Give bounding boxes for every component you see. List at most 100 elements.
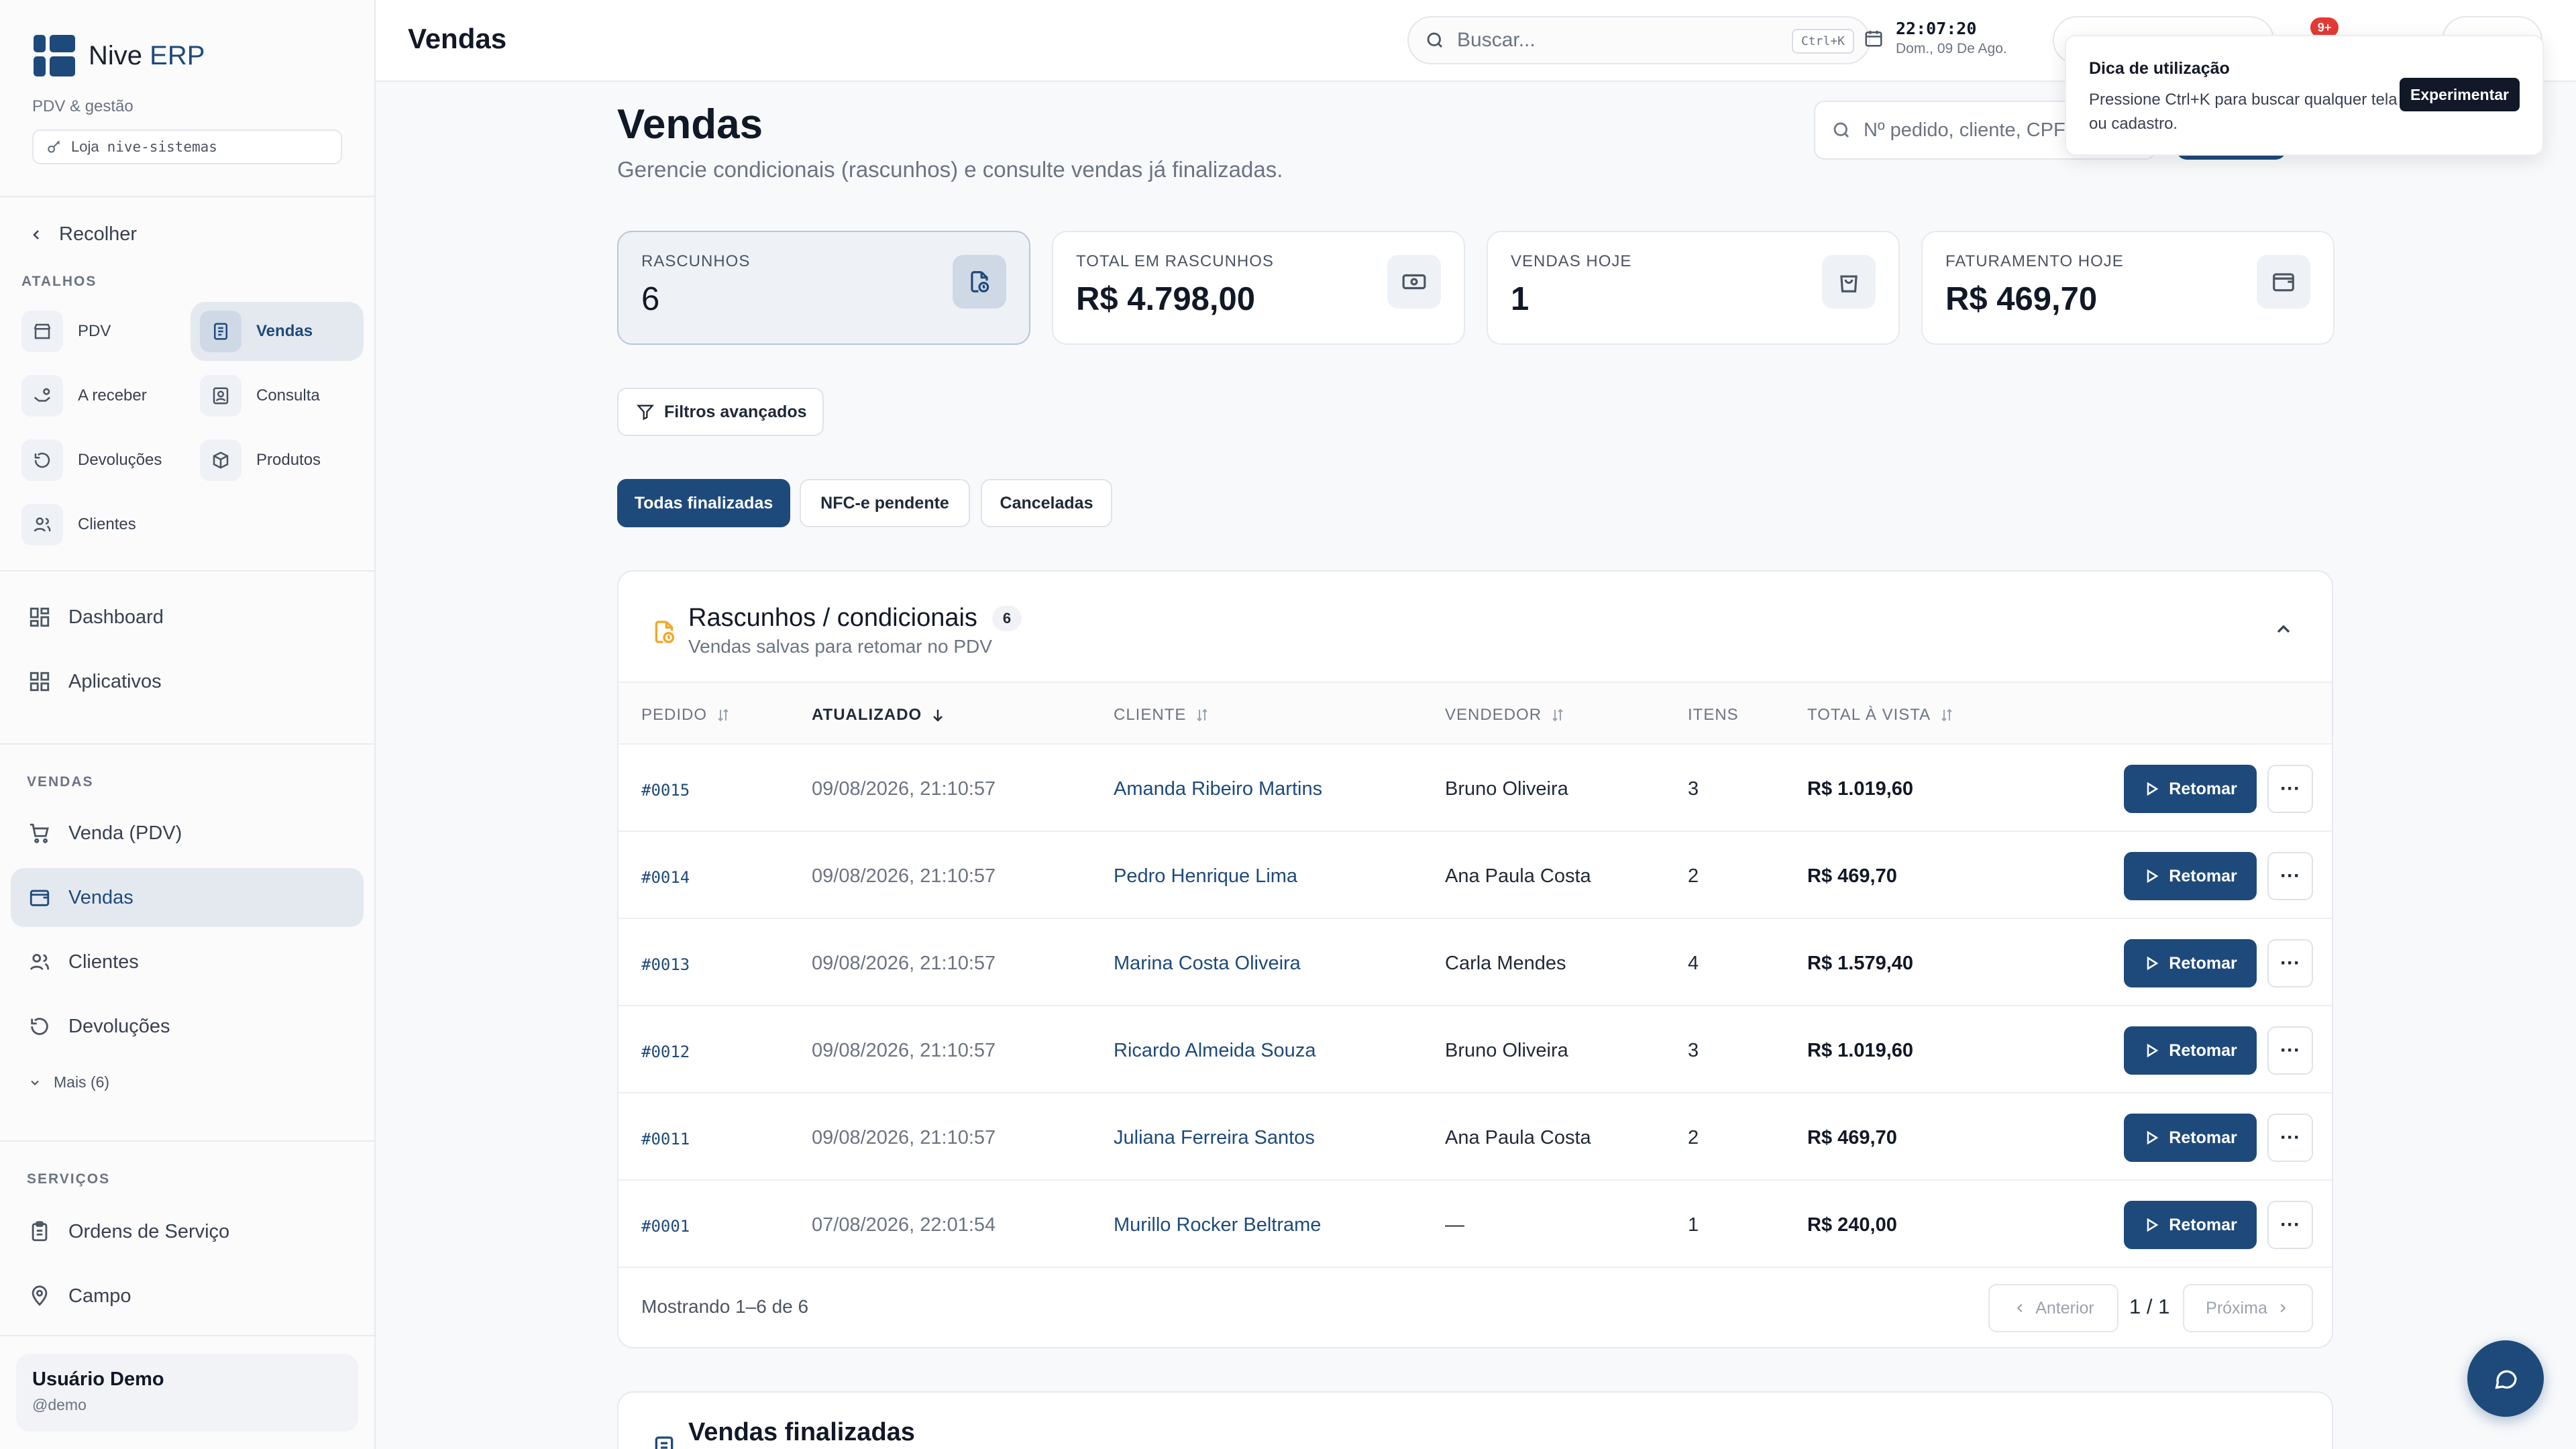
chat-icon [2495,1370,2517,1389]
tab-cancelled[interactable]: Canceladas [981,479,1112,527]
resume-button[interactable]: Retomar [2124,1201,2257,1249]
nav-ordens-servico[interactable]: Ordens de Serviço [11,1202,364,1261]
nav-dashboard[interactable]: Dashboard [11,588,364,647]
row-actions-button[interactable]: ··· [2267,939,2313,987]
more-sales-toggle[interactable]: Mais (6) [28,1073,109,1091]
table-row[interactable]: #0015 09/08/2026, 21:10:57 Amanda Ribeir… [619,745,2332,832]
shortcut-a-receber[interactable]: A receber [12,366,185,425]
calendar-icon [1865,30,1882,46]
nav-aplicativos[interactable]: Aplicativos [11,652,364,711]
resume-button[interactable]: Retomar [2124,1114,2257,1162]
previous-page-button[interactable]: Anterior [1988,1284,2118,1332]
collapse-label: Recolher [59,223,138,245]
page-subtitle: Gerencie condicionais (rascunhos) e cons… [617,157,1283,182]
play-icon [2147,1043,2159,1058]
divider [0,196,374,197]
column-header-order[interactable]: PEDIDO [641,706,731,724]
shortcut-produtos[interactable]: Produtos [191,431,364,490]
row-actions-button[interactable]: ··· [2267,852,2313,900]
topbar-title: Vendas [408,23,507,54]
collapse-sidebar-button[interactable]: Recolher [28,223,137,246]
shortcut-pdv[interactable]: PDV [12,302,185,361]
client-name[interactable]: Juliana Ferreira Santos [1114,1127,1315,1149]
client-name[interactable]: Amanda Ribeiro Martins [1114,778,1322,800]
apps-icon [30,672,50,692]
row-actions-button[interactable]: ··· [2267,1114,2313,1162]
updated-at: 09/08/2026, 21:10:57 [812,865,996,887]
nav-campo[interactable]: Campo [11,1267,364,1326]
sidebar: Nive ERP PDV & gestão Loja nive-sistemas… [0,0,376,1449]
next-page-button[interactable]: Próxima [2183,1284,2313,1332]
pagination: Mostrando 1–6 de 6 Anterior 1 / 1 Próxim… [619,1267,2332,1347]
shortcut-devolucoes[interactable]: Devoluções [12,431,185,490]
users-icon [30,953,50,971]
order-number[interactable]: #0012 [641,1042,690,1061]
try-it-button[interactable]: Experimentar [2399,78,2520,111]
resume-button[interactable]: Retomar [2124,1026,2257,1075]
table-row[interactable]: #0013 09/08/2026, 21:10:57 Marina Costa … [619,919,2332,1006]
row-actions-button[interactable]: ··· [2267,765,2313,813]
table-row[interactable]: #0011 09/08/2026, 21:10:57 Juliana Ferre… [619,1093,2332,1181]
tab-nfce-pending[interactable]: NFC-e pendente [800,479,970,527]
drafts-title-text: Rascunhos / condicionais [688,604,977,632]
order-number[interactable]: #0014 [641,868,690,887]
items-count: 2 [1688,865,1699,887]
column-header-updated[interactable]: ATUALIZADO [812,706,946,724]
stat-label: FATURAMENTO HOJE [1945,252,2124,270]
chevron-up-icon[interactable] [2273,619,2294,640]
shortcut-clientes[interactable]: Clientes [12,495,185,554]
stat-card-sales-today[interactable]: VENDAS HOJE 1 [1487,231,1900,345]
seller-name: Carla Mendes [1445,953,1566,974]
tab-all-finalized[interactable]: Todas finalizadas [617,479,790,527]
search-placeholder: Nº pedido, cliente, CPF... [1864,119,2080,141]
grid-icon [30,607,50,627]
user-card[interactable]: Usuário Demo @demo [16,1354,358,1432]
shortcut-vendas[interactable]: Vendas [191,302,364,361]
chat-button[interactable] [2467,1340,2544,1417]
column-header-seller[interactable]: VENDEDOR [1445,706,1566,724]
seller-name: Bruno Oliveira [1445,1040,1568,1061]
nav-venda-pdv[interactable]: Venda (PDV) [11,804,364,863]
table-row[interactable]: #0001 07/08/2026, 22:01:54 Murillo Rocke… [619,1181,2332,1268]
nav-vendas[interactable]: Vendas [11,868,364,927]
users-icon [21,504,63,545]
store-selector[interactable]: Loja nive-sistemas [32,129,342,164]
shortcuts-section-label: ATALHOS [21,274,97,289]
client-name[interactable]: Ricardo Almeida Souza [1114,1040,1316,1062]
shortcut-label: Vendas [256,322,313,340]
filters-label: Filtros avançados [664,402,807,421]
order-number[interactable]: #0015 [641,781,690,800]
table-row[interactable]: #0012 09/08/2026, 21:10:57 Ricardo Almei… [619,1006,2332,1093]
global-search-input[interactable]: Buscar... Ctrl+K [1407,16,1870,64]
stat-card-revenue-today[interactable]: FATURAMENTO HOJE R$ 469,70 [1921,231,2334,345]
nav-devolucoes[interactable]: Devoluções [11,997,364,1056]
drafts-subtitle: Vendas salvas para retomar no PDV [688,636,992,657]
resume-button[interactable]: Retomar [2124,765,2257,813]
advanced-filters-button[interactable]: Filtros avançados [617,388,824,436]
updated-at: 07/08/2026, 22:01:54 [812,1214,996,1236]
resume-button[interactable]: Retomar [2124,852,2257,900]
client-name[interactable]: Marina Costa Oliveira [1114,953,1301,975]
client-name[interactable]: Pedro Henrique Lima [1114,865,1297,888]
client-name[interactable]: Murillo Rocker Beltrame [1114,1214,1321,1236]
stat-card-drafts[interactable]: RASCUNHOS 6 [617,231,1030,345]
row-actions-button[interactable]: ··· [2267,1201,2313,1249]
table-header: PEDIDO ATUALIZADO CLIENTE VENDEDOR ITENS… [619,683,2332,745]
table-row[interactable]: #0014 09/08/2026, 21:10:57 Pedro Henriqu… [619,832,2332,919]
sort-icon [718,708,729,722]
column-header-total[interactable]: TOTAL À VISTA [1807,706,1955,724]
nav-label: Dashboard [68,606,164,628]
shortcut-consulta[interactable]: Consulta [191,366,364,425]
order-number[interactable]: #0001 [641,1217,690,1236]
row-actions-button[interactable]: ··· [2267,1026,2313,1075]
finalized-sales-title: Vendas finalizadas [688,1418,915,1446]
order-number[interactable]: #0013 [641,955,690,974]
drafts-panel-header[interactable]: Rascunhos / condicionais 6 Vendas salvas… [619,572,2332,683]
stat-card-drafts-total[interactable]: TOTAL EM RASCUNHOS R$ 4.798,00 [1052,231,1465,345]
order-number[interactable]: #0011 [641,1130,690,1148]
brand-name: Nive ERP [89,40,205,70]
resume-button[interactable]: Retomar [2124,939,2257,987]
nav-clientes[interactable]: Clientes [11,932,364,991]
column-header-client[interactable]: CLIENTE [1114,706,1210,724]
brand[interactable]: Nive ERP [34,35,205,76]
